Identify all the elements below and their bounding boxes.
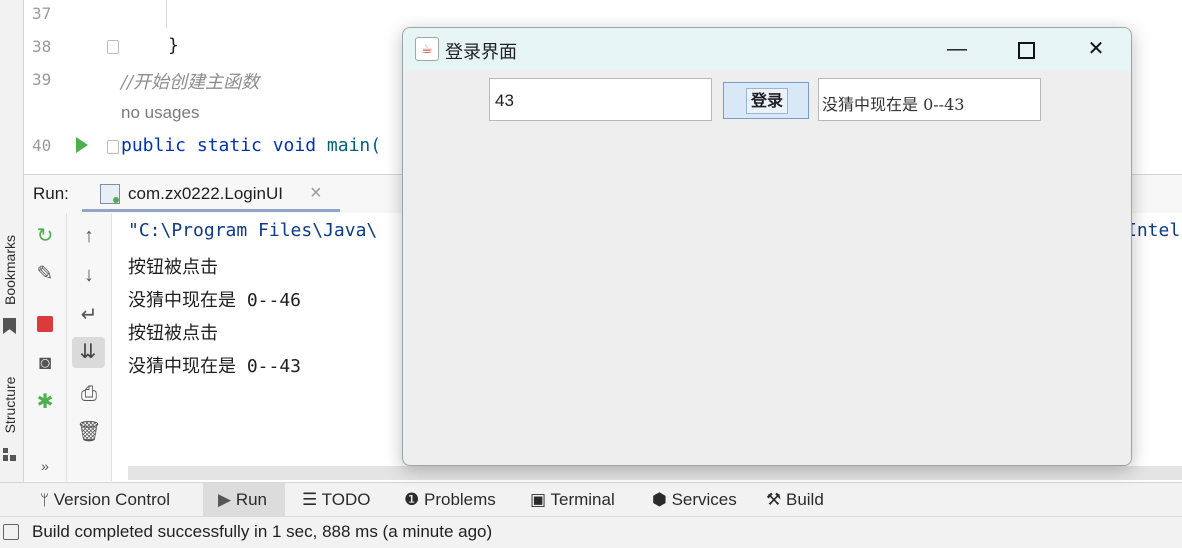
indent-guide [166, 0, 167, 28]
left-tool-strip: Bookmarks Structure [0, 0, 24, 515]
arrow-down-icon[interactable]: ↓ [76, 262, 102, 288]
fold-icon[interactable] [107, 140, 119, 154]
tab-run[interactable]: ▶ Run [203, 483, 285, 517]
settings-wrench-icon[interactable]: ✎ [32, 261, 58, 287]
code-main-line: public static void main( [121, 135, 381, 156]
horizontal-scrollbar[interactable] [128, 466, 1182, 480]
console-icon [100, 184, 120, 204]
tab-terminal[interactable]: ▣ Terminal [530, 483, 615, 517]
tab-services[interactable]: ⬢ Services [652, 483, 737, 517]
result-field-value: 没猜中现在是 0--43 [822, 95, 965, 114]
bookmark-icon [3, 318, 16, 334]
code-keywords: public static void [121, 135, 317, 156]
login-window-titlebar[interactable]: ☕ 登录界面 — ✕ [403, 28, 1131, 71]
arrow-up-icon[interactable]: ↑ [76, 223, 102, 249]
login-window-title: 登录界面 [445, 42, 517, 62]
console-line: "C:\Program Files\Java\ [128, 220, 378, 241]
usages-hint[interactable]: no usages [121, 103, 199, 123]
login-button[interactable]: 登录 [723, 82, 809, 119]
line-number: 39 [32, 70, 52, 89]
console-line: 按钮被点击 [128, 323, 218, 344]
tab-todo[interactable]: ☰ TODO [302, 483, 370, 517]
services-icon: ⬢ [652, 490, 667, 509]
code-comment: //开始创建主函数 [121, 72, 260, 93]
structure-tab[interactable]: Structure [0, 365, 20, 445]
trash-icon[interactable]: 🗑 [76, 419, 102, 445]
structure-icon [3, 448, 17, 462]
tab-label: Version Control [53, 490, 170, 509]
tab-label: Problems [423, 490, 496, 509]
branch-icon: ᛘ [40, 492, 50, 509]
console-line: 没猜中现在是 0--43 [128, 356, 302, 377]
code-method-name: main( [326, 135, 382, 156]
soft-wrap-icon[interactable]: ↵ [76, 302, 102, 328]
bookmarks-tab[interactable]: Bookmarks [0, 230, 20, 310]
status-message: Build completed successfully in 1 sec, 8… [32, 522, 493, 541]
tab-label: TODO [321, 490, 371, 509]
console-line: 没猜中现在是 0--46 [128, 290, 302, 311]
console-line-cutoff: Intel [1126, 220, 1181, 241]
rerun-icon[interactable]: ↻ [32, 223, 58, 249]
editor-gutter: 37 38 39 40 [24, 0, 119, 173]
close-icon: ✕ [1087, 38, 1105, 60]
scroll-to-end-button[interactable]: ⇊ [72, 337, 105, 368]
maximize-icon [1018, 42, 1035, 59]
run-label: Run: [33, 184, 69, 203]
debug-icon[interactable]: ✱ [32, 389, 58, 415]
print-icon[interactable]: ⎙ [76, 381, 102, 407]
list-icon: ☰ [302, 490, 318, 509]
problems-icon: ❶ [404, 490, 420, 509]
bottom-tool-bar: ᛘ Version Control ▶ Run ☰ TODO ❶ Problem… [0, 482, 1182, 517]
close-tab-icon[interactable]: × [310, 182, 322, 205]
play-icon: ▶ [218, 490, 232, 509]
code-brace: } [168, 35, 179, 56]
line-number: 37 [32, 4, 52, 23]
status-bar: Build completed successfully in 1 sec, 8… [0, 516, 1182, 548]
tab-version-control[interactable]: ᛘ Version Control [40, 483, 170, 517]
maximize-button[interactable] [1002, 28, 1048, 71]
minimize-button[interactable]: — [934, 28, 980, 71]
login-button-label: 登录 [746, 88, 788, 114]
more-icon[interactable]: » [32, 453, 58, 479]
line-number: 38 [32, 37, 52, 56]
guess-input-value: 43 [495, 91, 514, 110]
tab-build[interactable]: ⚒ Build [766, 483, 824, 517]
run-tab-label[interactable]: com.zx0222.LoginUI [128, 184, 283, 204]
guess-input[interactable]: 43 [489, 78, 712, 121]
tab-problems[interactable]: ❶ Problems [404, 483, 496, 517]
tab-label: Terminal [550, 490, 615, 509]
run-gutter-icon[interactable] [76, 137, 88, 153]
camera-icon[interactable]: ◙ [32, 350, 58, 376]
stop-icon[interactable] [37, 316, 53, 332]
run-toolbar-secondary: ↑ ↓ ↵ ⇊ ⎙ 🗑 [67, 213, 112, 481]
run-toolbar-primary: ↻ ✎ ◙ ✱ » [24, 213, 67, 481]
terminal-icon: ▣ [530, 490, 547, 509]
minimize-icon: — [947, 38, 967, 60]
tab-label: Run [235, 490, 267, 509]
line-number: 40 [32, 136, 52, 155]
login-window: ☕ 登录界面 — ✕ 43 登录 没猜中现在是 0--43 [402, 27, 1132, 466]
close-window-button[interactable]: ✕ [1073, 28, 1119, 71]
scroll-to-end-icon: ⇊ [79, 341, 97, 363]
tab-label: Services [671, 490, 737, 509]
status-toggle-icon[interactable] [3, 524, 19, 540]
java-icon: ☕ [415, 37, 439, 61]
tab-label: Build [785, 490, 824, 509]
active-tab-indicator [82, 209, 340, 212]
result-field[interactable]: 没猜中现在是 0--43 [818, 78, 1041, 121]
console-line: 按钮被点击 [128, 257, 218, 278]
hammer-icon: ⚒ [766, 490, 782, 509]
fold-icon[interactable] [107, 40, 119, 54]
